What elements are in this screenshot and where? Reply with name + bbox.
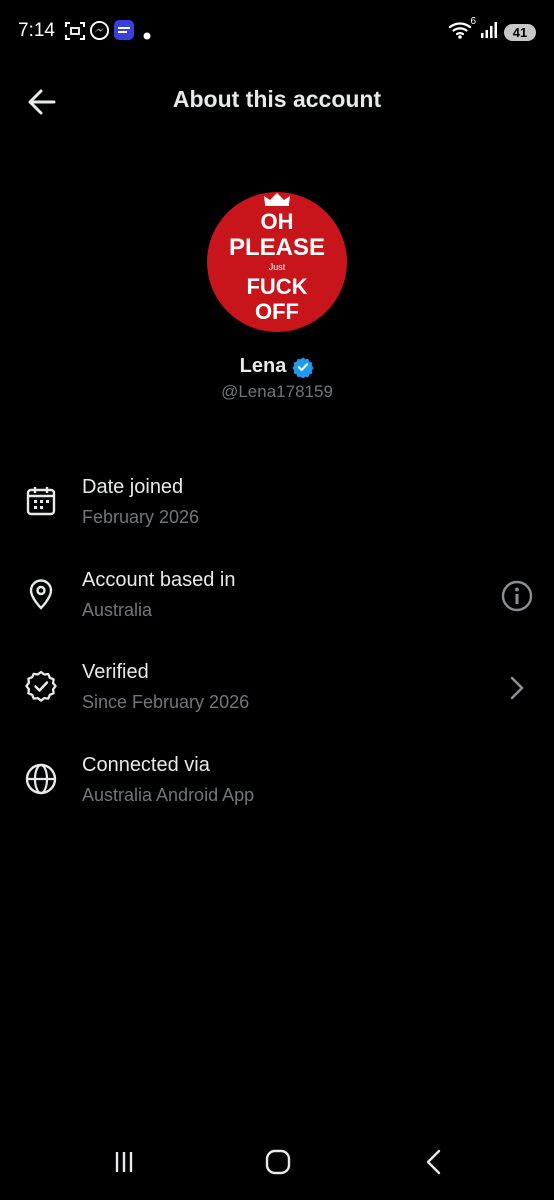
app-icon (114, 20, 134, 45)
recent-apps-button[interactable] (104, 1146, 144, 1178)
username: @Lena178159 (221, 382, 333, 401)
avatar-text-line: OH (260, 209, 294, 234)
display-name: Lena (239, 355, 287, 377)
detail-row-verified[interactable]: Verified Since February 2026 (0, 661, 554, 741)
detail-value: Australia (82, 600, 153, 620)
avatar-text-line: FUCK (246, 274, 308, 299)
screenshot-icon (64, 20, 86, 47)
display-name-row: Lena (0, 355, 554, 378)
battery-icon: 41 (504, 24, 536, 41)
status-time: 7:14 (18, 20, 55, 41)
detail-row-connected-via: Connected via Australia Android App (0, 754, 554, 834)
calendar-icon (26, 487, 56, 516)
avatar[interactable]: OH PLEASE Just FUCK OFF (207, 192, 347, 332)
detail-label: Verified (82, 661, 149, 683)
info-icon[interactable] (500, 579, 534, 613)
dot-icon (143, 27, 151, 45)
signal-icon (480, 21, 498, 44)
home-button[interactable] (258, 1146, 298, 1178)
wifi-icon: 6 (448, 16, 476, 45)
detail-label: Account based in (82, 569, 236, 591)
detail-row-account-based-in: Account based in Australia (0, 569, 554, 649)
messenger-icon (89, 20, 110, 46)
crown-icon (264, 193, 290, 206)
back-icon (426, 1149, 441, 1175)
page-title: About this account (172, 86, 382, 112)
detail-value: Since February 2026 (82, 692, 250, 712)
verified-badge-icon (25, 670, 57, 702)
system-nav-bar (0, 1128, 554, 1200)
location-pin-icon (29, 579, 53, 610)
home-icon (265, 1149, 291, 1175)
detail-row-date-joined: Date joined February 2026 (0, 476, 554, 556)
status-bar: 7:14 6 41 (0, 0, 554, 62)
detail-label: Date joined (82, 476, 184, 498)
detail-value: Australia Android App (82, 785, 255, 805)
recent-apps-icon (115, 1152, 133, 1172)
detail-value: February 2026 (82, 507, 200, 527)
chevron-right-icon (510, 676, 524, 700)
network-type: 6 (470, 16, 476, 27)
top-app-bar: About this account (0, 62, 554, 138)
avatar-image: OH PLEASE Just FUCK OFF (207, 192, 347, 332)
globe-icon (25, 763, 57, 795)
verified-badge-icon (292, 356, 314, 378)
avatar-text-line: Just (268, 262, 286, 272)
avatar-text-line: PLEASE (228, 234, 326, 261)
avatar-text-line: OFF (255, 299, 299, 324)
detail-label: Connected via (82, 754, 210, 776)
system-back-button[interactable] (414, 1146, 454, 1178)
